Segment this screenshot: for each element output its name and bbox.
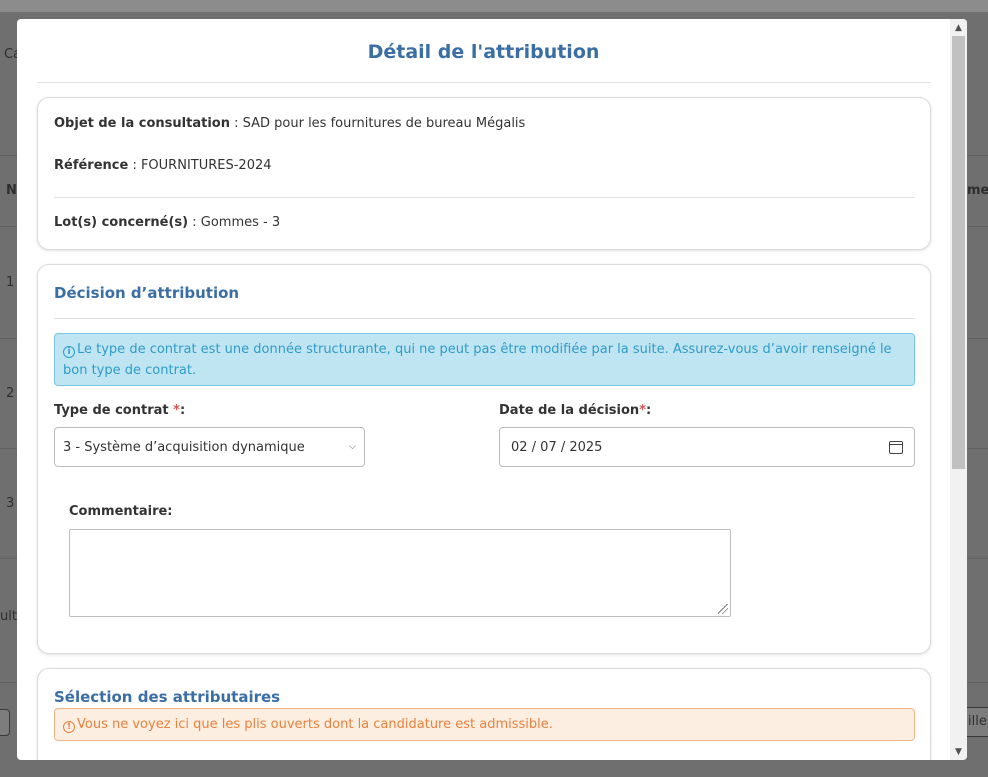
background-topbar (0, 0, 988, 12)
lots-row: Lot(s) concerné(s) : Gommes - 3 (54, 215, 280, 230)
background-column-header: N (6, 183, 17, 198)
chevron-down-icon: ⌵ (349, 442, 356, 452)
lots-label: Lot(s) concerné(s) (54, 215, 189, 230)
contract-type-label-text: Type de contrat (54, 403, 174, 418)
background-column-header: men (967, 183, 988, 198)
background-button (0, 709, 10, 736)
lots-value: : Gommes - 3 (188, 215, 281, 230)
modal-scrollbar[interactable]: ▲ ▼ (950, 19, 967, 760)
decision-date-value: 02 / 07 / 2025 (511, 439, 603, 455)
comment-textarea[interactable] (69, 529, 731, 617)
resize-grip-icon[interactable] (718, 604, 728, 614)
contract-type-label: Type de contrat *: (54, 403, 185, 418)
decision-date-label-text: Date de la décision (499, 403, 640, 418)
selection-section-title: Sélection des attributaires (54, 688, 281, 706)
decision-date-label: Date de la décision*: (499, 403, 651, 418)
admissible-bids-warning-alert: ! Vous ne voyez ici que les plis ouverts … (54, 708, 915, 741)
contract-type-label-colon: : (179, 403, 186, 418)
consultation-object-label: Objet de la consultation (54, 116, 230, 131)
required-marker: * (173, 403, 180, 418)
decision-date-input[interactable]: 02 / 07 / 2025 (499, 427, 915, 467)
decision-section-title: Décision d’attribution (54, 284, 240, 302)
reference-label: Référence (54, 158, 129, 173)
calendar-icon[interactable] (889, 440, 903, 454)
background-row-number: 2 (6, 386, 15, 401)
comment-label: Commentaire: (69, 504, 173, 519)
scroll-down-arrow-icon[interactable]: ▼ (950, 743, 967, 760)
background-row-number: 1 (6, 275, 15, 290)
summary-divider (54, 197, 915, 198)
reference-row: Référence : FOURNITURES-2024 (54, 158, 272, 173)
consultation-object-row: Objet de la consultation : SAD pour les … (54, 116, 525, 131)
contract-type-info-alert: i Le type de contrat est une donnée struc… (54, 333, 915, 386)
scroll-up-arrow-icon[interactable]: ▲ (950, 19, 967, 36)
consultation-summary-card: Objet de la consultation : SAD pour les … (37, 97, 931, 250)
required-marker: * (639, 403, 647, 418)
background-button-label: ille (968, 714, 987, 729)
consultation-object-value: : SAD pour les fournitures de bureau Még… (229, 116, 526, 131)
decision-divider (54, 318, 915, 319)
warning-alert-text: Vous ne voyez ici que les plis ouverts d… (77, 717, 553, 732)
info-alert-text: Le type de contrat est une donnée struct… (63, 342, 892, 378)
selection-card: Sélection des attributaires ! Vous ne voy… (37, 668, 931, 760)
warning-circle-icon: ! (63, 721, 75, 733)
modal-title: Détail de l'attribution (367, 41, 600, 63)
attribution-detail-modal: Détail de l'attribution Objet de la cons… (17, 19, 967, 760)
decision-date-label-colon: : (646, 403, 652, 418)
contract-type-selected-value: 3 - Système d’acquisition dynamique (63, 439, 305, 455)
background-row-number: 3 (6, 496, 15, 511)
title-divider (37, 82, 931, 83)
info-circle-icon: i (63, 346, 75, 358)
reference-value: : FOURNITURES-2024 (128, 158, 272, 173)
scrollbar-thumb[interactable] (952, 36, 965, 469)
decision-card: Décision d’attribution i Le type de contr… (37, 264, 931, 654)
contract-type-select[interactable]: 3 - Système d’acquisition dynamique ⌵ (54, 427, 365, 467)
